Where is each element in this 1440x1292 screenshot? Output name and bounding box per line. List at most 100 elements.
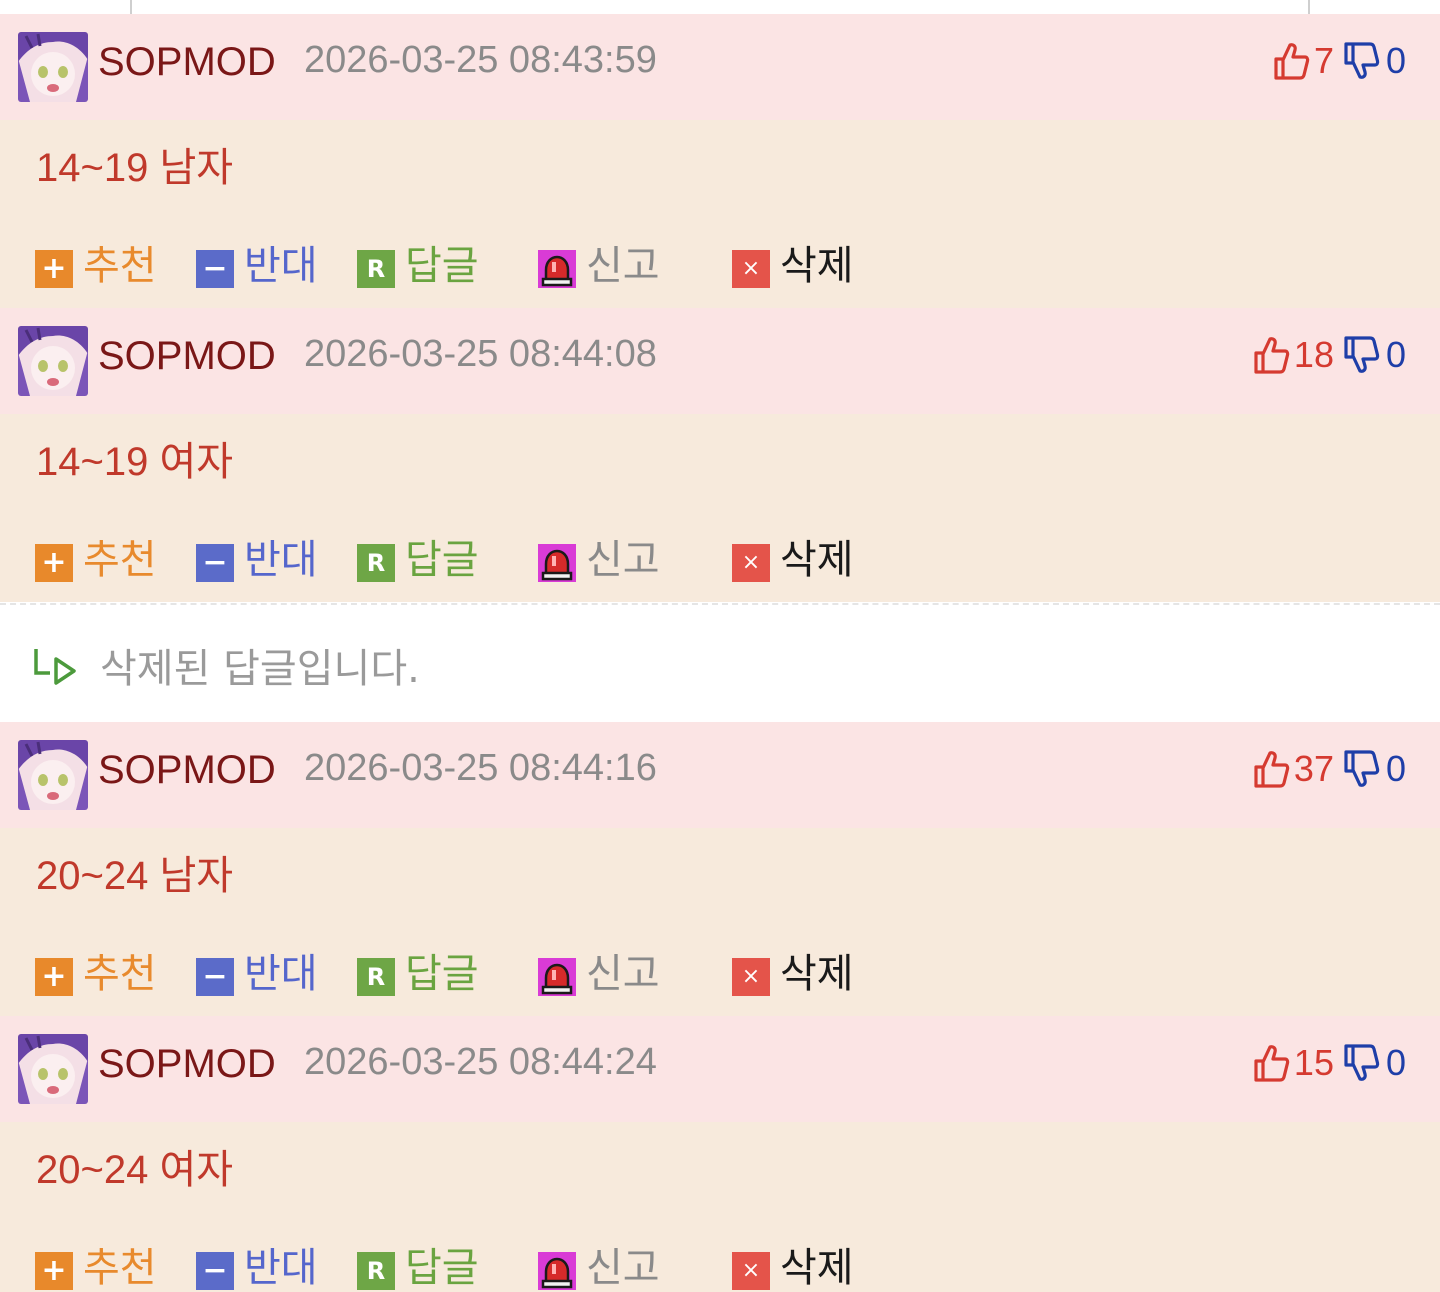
- vote-counts: 15 0: [1252, 1038, 1406, 1088]
- downvote-count: 0: [1385, 40, 1406, 81]
- report-label: 신고: [586, 1245, 660, 1291]
- comment-date: 2026-03-25 08:44:08: [304, 333, 657, 375]
- divider: [1308, 0, 1310, 14]
- comment-date: 2026-03-25 08:43:59: [304, 39, 657, 81]
- deleted-reply-text: 삭제된 답글입니다.: [100, 646, 420, 692]
- comment-actions: + 추천 − 반대 R 답글 신고 × 삭제: [0, 944, 1440, 1004]
- comment-text: 14~19 남자: [36, 146, 234, 190]
- oppose-button[interactable]: − 반대: [196, 944, 318, 1004]
- recommend-label: 추천: [83, 951, 157, 997]
- recommend-label: 추천: [83, 537, 157, 583]
- reply-arrow-icon: [30, 645, 80, 693]
- close-x-icon: ×: [732, 250, 770, 288]
- reply-button[interactable]: R 답글: [357, 944, 479, 1004]
- plus-icon: +: [35, 1252, 73, 1290]
- downvote-count: 0: [1385, 334, 1406, 375]
- upvote-count: 37: [1293, 748, 1334, 789]
- deleted-reply: 삭제된 답글입니다.: [0, 603, 1440, 723]
- thumbs-down-icon[interactable]: [1342, 41, 1380, 81]
- avatar[interactable]: [18, 1034, 88, 1104]
- report-button[interactable]: 신고: [538, 236, 660, 296]
- downvote-count: 0: [1385, 748, 1406, 789]
- reply-button[interactable]: R 답글: [357, 236, 479, 296]
- reply-button[interactable]: R 답글: [357, 530, 479, 590]
- oppose-button[interactable]: − 반대: [196, 236, 318, 296]
- top-bar: [0, 0, 1440, 14]
- report-button[interactable]: 신고: [538, 1238, 660, 1292]
- comment-actions: + 추천 − 반대 R 답글 신고 × 삭제: [0, 530, 1440, 590]
- vote-counts: 37 0: [1252, 744, 1406, 794]
- avatar[interactable]: [18, 740, 88, 810]
- thumbs-up-icon[interactable]: [1252, 749, 1290, 789]
- thumbs-down-icon[interactable]: [1342, 335, 1380, 375]
- thumbs-up-icon[interactable]: [1272, 41, 1310, 81]
- reply-button[interactable]: R 답글: [357, 1238, 479, 1292]
- reply-r-icon: R: [357, 250, 395, 288]
- comment-header: SOPMOD 2026-03-25 08:44:16 37 0: [0, 722, 1440, 828]
- oppose-label: 반대: [244, 537, 318, 583]
- thumbs-up-icon[interactable]: [1252, 335, 1290, 375]
- delete-button[interactable]: × 삭제: [732, 944, 854, 1004]
- downvote-count: 0: [1385, 1042, 1406, 1083]
- comment-author[interactable]: SOPMOD: [98, 1040, 276, 1088]
- comment-author[interactable]: SOPMOD: [98, 38, 276, 86]
- recommend-button[interactable]: + 추천: [35, 530, 157, 590]
- comment-text: 20~24 남자: [36, 854, 234, 898]
- comment-date: 2026-03-25 08:44:24: [304, 1041, 657, 1083]
- thumbs-up-icon[interactable]: [1252, 1043, 1290, 1083]
- vote-counts: 18 0: [1252, 330, 1406, 380]
- recommend-label: 추천: [83, 1245, 157, 1291]
- oppose-label: 반대: [244, 1245, 318, 1291]
- delete-label: 삭제: [780, 243, 854, 289]
- oppose-label: 반대: [244, 243, 318, 289]
- oppose-label: 반대: [244, 951, 318, 997]
- comment-date: 2026-03-25 08:44:16: [304, 747, 657, 789]
- avatar[interactable]: [18, 326, 88, 396]
- minus-icon: −: [196, 250, 234, 288]
- comment-header: SOPMOD 2026-03-25 08:43:59 7 0: [0, 14, 1440, 120]
- comment-header: SOPMOD 2026-03-25 08:44:08 18 0: [0, 308, 1440, 414]
- siren-icon: [538, 544, 576, 582]
- delete-label: 삭제: [780, 1245, 854, 1291]
- minus-icon: −: [196, 958, 234, 996]
- delete-button[interactable]: × 삭제: [732, 236, 854, 296]
- reply-r-icon: R: [357, 544, 395, 582]
- comment-author[interactable]: SOPMOD: [98, 746, 276, 794]
- comment-header: SOPMOD 2026-03-25 08:44:24 15 0: [0, 1016, 1440, 1122]
- comment-actions: + 추천 − 반대 R 답글 신고 × 삭제: [0, 236, 1440, 296]
- minus-icon: −: [196, 544, 234, 582]
- report-label: 신고: [586, 951, 660, 997]
- siren-icon: [538, 1252, 576, 1290]
- oppose-button[interactable]: − 반대: [196, 1238, 318, 1292]
- upvote-count: 15: [1293, 1042, 1334, 1083]
- report-button[interactable]: 신고: [538, 944, 660, 1004]
- vote-counts: 7 0: [1272, 36, 1406, 86]
- recommend-button[interactable]: + 추천: [35, 236, 157, 296]
- reply-r-icon: R: [357, 1252, 395, 1290]
- thumbs-down-icon[interactable]: [1342, 1043, 1380, 1083]
- recommend-label: 추천: [83, 243, 157, 289]
- comment-text: 20~24 여자: [36, 1148, 234, 1192]
- oppose-button[interactable]: − 반대: [196, 530, 318, 590]
- delete-label: 삭제: [780, 537, 854, 583]
- recommend-button[interactable]: + 추천: [35, 944, 157, 1004]
- avatar[interactable]: [18, 32, 88, 102]
- comment-author[interactable]: SOPMOD: [98, 332, 276, 380]
- close-x-icon: ×: [732, 958, 770, 996]
- upvote-count: 7: [1313, 40, 1334, 81]
- close-x-icon: ×: [732, 544, 770, 582]
- delete-button[interactable]: × 삭제: [732, 1238, 854, 1292]
- reply-r-icon: R: [357, 958, 395, 996]
- comment-text: 14~19 여자: [36, 440, 234, 484]
- recommend-button[interactable]: + 추천: [35, 1238, 157, 1292]
- close-x-icon: ×: [732, 1252, 770, 1290]
- reply-label: 답글: [405, 537, 479, 583]
- siren-icon: [538, 250, 576, 288]
- report-button[interactable]: 신고: [538, 530, 660, 590]
- reply-label: 답글: [405, 951, 479, 997]
- report-label: 신고: [586, 243, 660, 289]
- reply-label: 답글: [405, 1245, 479, 1291]
- thumbs-down-icon[interactable]: [1342, 749, 1380, 789]
- delete-button[interactable]: × 삭제: [732, 530, 854, 590]
- plus-icon: +: [35, 544, 73, 582]
